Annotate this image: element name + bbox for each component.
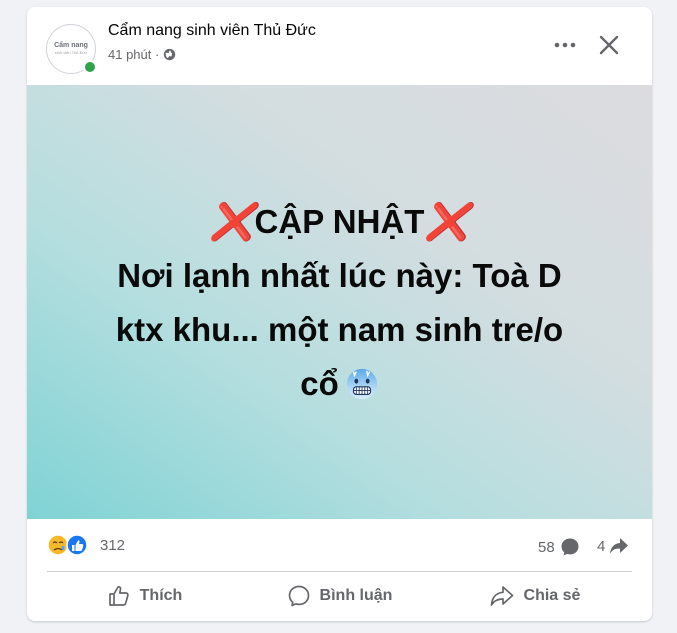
post-background: ❌CẬP NHẬT❌ Nơi lạnh nhất lúc này: Toà D … xyxy=(27,85,652,519)
reaction-count[interactable]: 312 xyxy=(100,537,125,554)
post-line-2: ktx khu... một nam sinh tre/o xyxy=(115,311,564,348)
share-arrow-icon xyxy=(610,538,629,554)
post-header: Cẩm nang sinh viên Thủ Đức Cẩm nang sinh… xyxy=(27,7,652,85)
like-reaction-icon xyxy=(66,534,88,556)
close-icon xyxy=(599,35,619,55)
share-count-text: 4 xyxy=(597,537,606,555)
post-heading: CẬP NHẬT xyxy=(254,203,425,240)
actions-divider xyxy=(47,571,632,572)
comment-button[interactable]: Bình luận xyxy=(242,576,437,616)
share-button[interactable]: Chia sẻ xyxy=(437,576,632,616)
like-label: Thích xyxy=(139,587,183,604)
post-card: Cẩm nang sinh viên Thủ Đức Cẩm nang sinh… xyxy=(27,7,652,621)
post-line-3-wrap: cổ xyxy=(60,357,620,411)
close-button[interactable] xyxy=(591,27,627,63)
comment-icon xyxy=(288,585,309,607)
post-text: ❌CẬP NHẬT❌ Nơi lạnh nhất lúc này: Toà D … xyxy=(60,195,620,411)
cold-face-emoji-icon xyxy=(346,368,377,400)
share-label: Chia sẻ xyxy=(523,587,581,604)
post-meta: 41 phút · xyxy=(108,47,176,62)
post-timestamp[interactable]: 41 phút · xyxy=(108,47,159,62)
more-options-button[interactable] xyxy=(549,29,581,61)
globe-icon[interactable] xyxy=(163,48,176,61)
comment-label: Bình luận xyxy=(319,587,393,604)
page-name-link[interactable]: Cẩm nang sinh viên Thủ Đức xyxy=(108,22,316,40)
like-button[interactable]: Thích xyxy=(47,576,242,616)
avatar-logo-subtext: sinh viên Thủ Đức xyxy=(54,50,88,55)
share-icon xyxy=(490,586,513,606)
reactions-bar: 312 58 4 xyxy=(27,525,652,565)
cross-mark-icon: ❌ xyxy=(209,201,255,242)
cross-mark-icon: ❌ xyxy=(424,201,470,242)
comment-count[interactable]: 58 xyxy=(538,537,580,557)
comment-bubble-icon xyxy=(561,538,579,556)
post-actions: Thích Bình luận Chia sẻ xyxy=(47,576,632,616)
reaction-icons[interactable] xyxy=(47,534,95,556)
avatar-logo-text: Cẩm nang xyxy=(54,42,88,49)
post-line-1: Nơi lạnh nhất lúc này: Toà D xyxy=(117,257,562,294)
online-status-dot xyxy=(83,60,97,74)
thumbs-up-icon xyxy=(108,586,129,606)
sad-reaction-icon xyxy=(47,534,69,556)
more-dots-icon xyxy=(554,42,576,48)
share-count[interactable]: 4 xyxy=(597,537,629,555)
post-line-3: cổ xyxy=(300,365,339,402)
page-avatar[interactable]: Cẩm nang sinh viên Thủ Đức xyxy=(46,24,97,74)
comment-count-text: 58 xyxy=(538,538,555,556)
post-heading-line: ❌CẬP NHẬT❌ xyxy=(60,195,620,249)
